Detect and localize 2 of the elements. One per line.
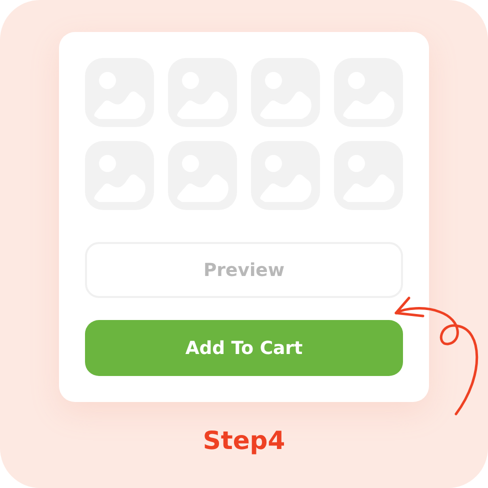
add-to-cart-button[interactable]: Add To Cart: [85, 320, 403, 376]
step-label: Step4: [202, 426, 286, 455]
